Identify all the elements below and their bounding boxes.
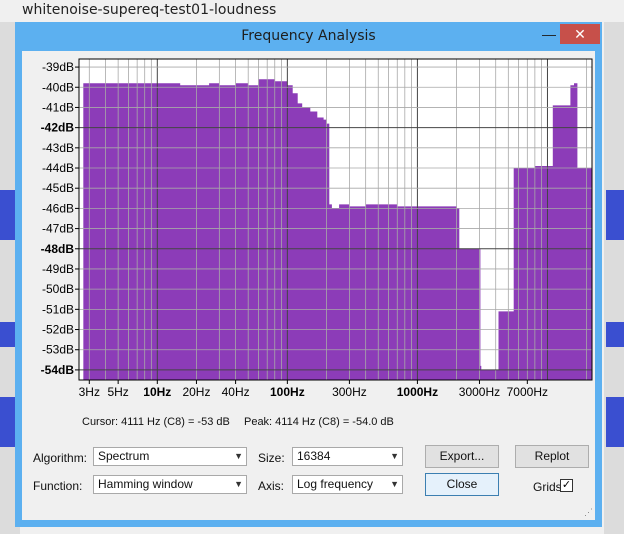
y-tick-label: -52dB [42, 323, 74, 337]
app-titlebar: whitenoise-supereq-test01-loudness [0, 0, 624, 22]
y-tick-label: -42dB [41, 121, 75, 135]
y-tick-label: -43dB [42, 141, 74, 155]
y-tick-label: -53dB [42, 343, 74, 357]
x-tick-label: 40Hz [222, 385, 250, 399]
right-waveform-bottom [606, 397, 624, 447]
y-tick-label: -51dB [42, 302, 74, 316]
function-label: Function: [33, 479, 83, 493]
checkmark-icon: ✓ [561, 479, 572, 491]
y-tick-label: -47dB [42, 222, 74, 236]
size-value: 16384 [297, 449, 331, 463]
app-window-title: whitenoise-supereq-test01-loudness [22, 2, 277, 18]
y-tick-label: -45dB [42, 181, 74, 195]
grids-label: Grids [533, 480, 562, 494]
y-tick-label: -44dB [42, 161, 74, 175]
x-tick-label: 3Hz [79, 385, 100, 399]
y-tick-label: -50dB [42, 282, 74, 296]
size-select[interactable]: 16384 ▼ [292, 447, 403, 466]
resize-grip-icon[interactable]: ⋰ [584, 507, 593, 518]
chevron-down-icon: ▼ [234, 451, 243, 461]
function-value: Hamming window [98, 477, 193, 491]
y-tick-label: -54dB [41, 363, 75, 377]
export-button[interactable]: Export... [425, 445, 499, 468]
right-track-strip [604, 22, 624, 534]
chevron-down-icon: ▼ [234, 479, 243, 489]
spectrum-plot[interactable]: -39dB -40dB -41dB -42dB -43dB -44dB -45dB -46dB… [22, 51, 595, 408]
size-label: Size: [258, 451, 285, 465]
y-tick-label: -41dB [42, 100, 74, 114]
x-tick-label: 7000Hz [507, 385, 548, 399]
algorithm-select[interactable]: Spectrum ▼ [93, 447, 247, 466]
close-window-button[interactable]: ✕ [560, 24, 600, 44]
right-waveform-mid [606, 322, 624, 347]
frequency-analysis-dialog: Frequency Analysis — ✕ -39dB -40dB -41dB -4… [15, 22, 602, 527]
right-waveform-top [606, 190, 624, 240]
x-tick-label: 3000Hz [459, 385, 500, 399]
x-tick-label: 100Hz [270, 385, 305, 399]
dialog-title: Frequency Analysis [241, 28, 376, 44]
chevron-down-icon: ▼ [390, 451, 399, 461]
y-tick-label: -39dB [42, 60, 74, 74]
axis-label: Axis: [258, 479, 285, 493]
spectrum-chart-svg: -39dB -40dB -41dB -42dB -43dB -44dB -45dB -46dB… [41, 58, 593, 399]
algorithm-label: Algorithm: [33, 451, 88, 465]
y-tick-label: -46dB [42, 201, 74, 215]
x-tick-label: 5Hz [107, 385, 128, 399]
peak-readout: Peak: 4114 Hz (C8) = -54.0 dB [243, 416, 394, 428]
dialog-body: -39dB -40dB -41dB -42dB -43dB -44dB -45dB -46dB… [22, 51, 595, 520]
x-tick-label: 300Hz [332, 385, 367, 399]
cursor-readout: Cursor: 4111 Hz (C8) = -53 dB [82, 416, 230, 428]
x-tick-label: 10Hz [143, 385, 171, 399]
replot-button[interactable]: Replot [515, 445, 589, 468]
axis-value: Log frequency [297, 477, 374, 491]
chevron-down-icon: ▼ [390, 479, 399, 489]
y-tick-label: -40dB [42, 80, 74, 94]
y-tick-label: -49dB [42, 262, 74, 276]
close-button[interactable]: Close [425, 473, 499, 496]
grids-checkbox[interactable]: ✓ [560, 479, 573, 492]
y-tick-label: -48dB [41, 242, 75, 256]
axis-select[interactable]: Log frequency ▼ [292, 475, 403, 494]
minimize-button[interactable]: — [535, 26, 563, 44]
status-line: Cursor: 4111 Hz (C8) = -53 dB Peak: 4114… [82, 416, 394, 428]
algorithm-value: Spectrum [98, 449, 150, 463]
function-select[interactable]: Hamming window ▼ [93, 475, 247, 494]
x-tick-label: 1000Hz [397, 385, 438, 399]
x-tick-label: 20Hz [182, 385, 210, 399]
